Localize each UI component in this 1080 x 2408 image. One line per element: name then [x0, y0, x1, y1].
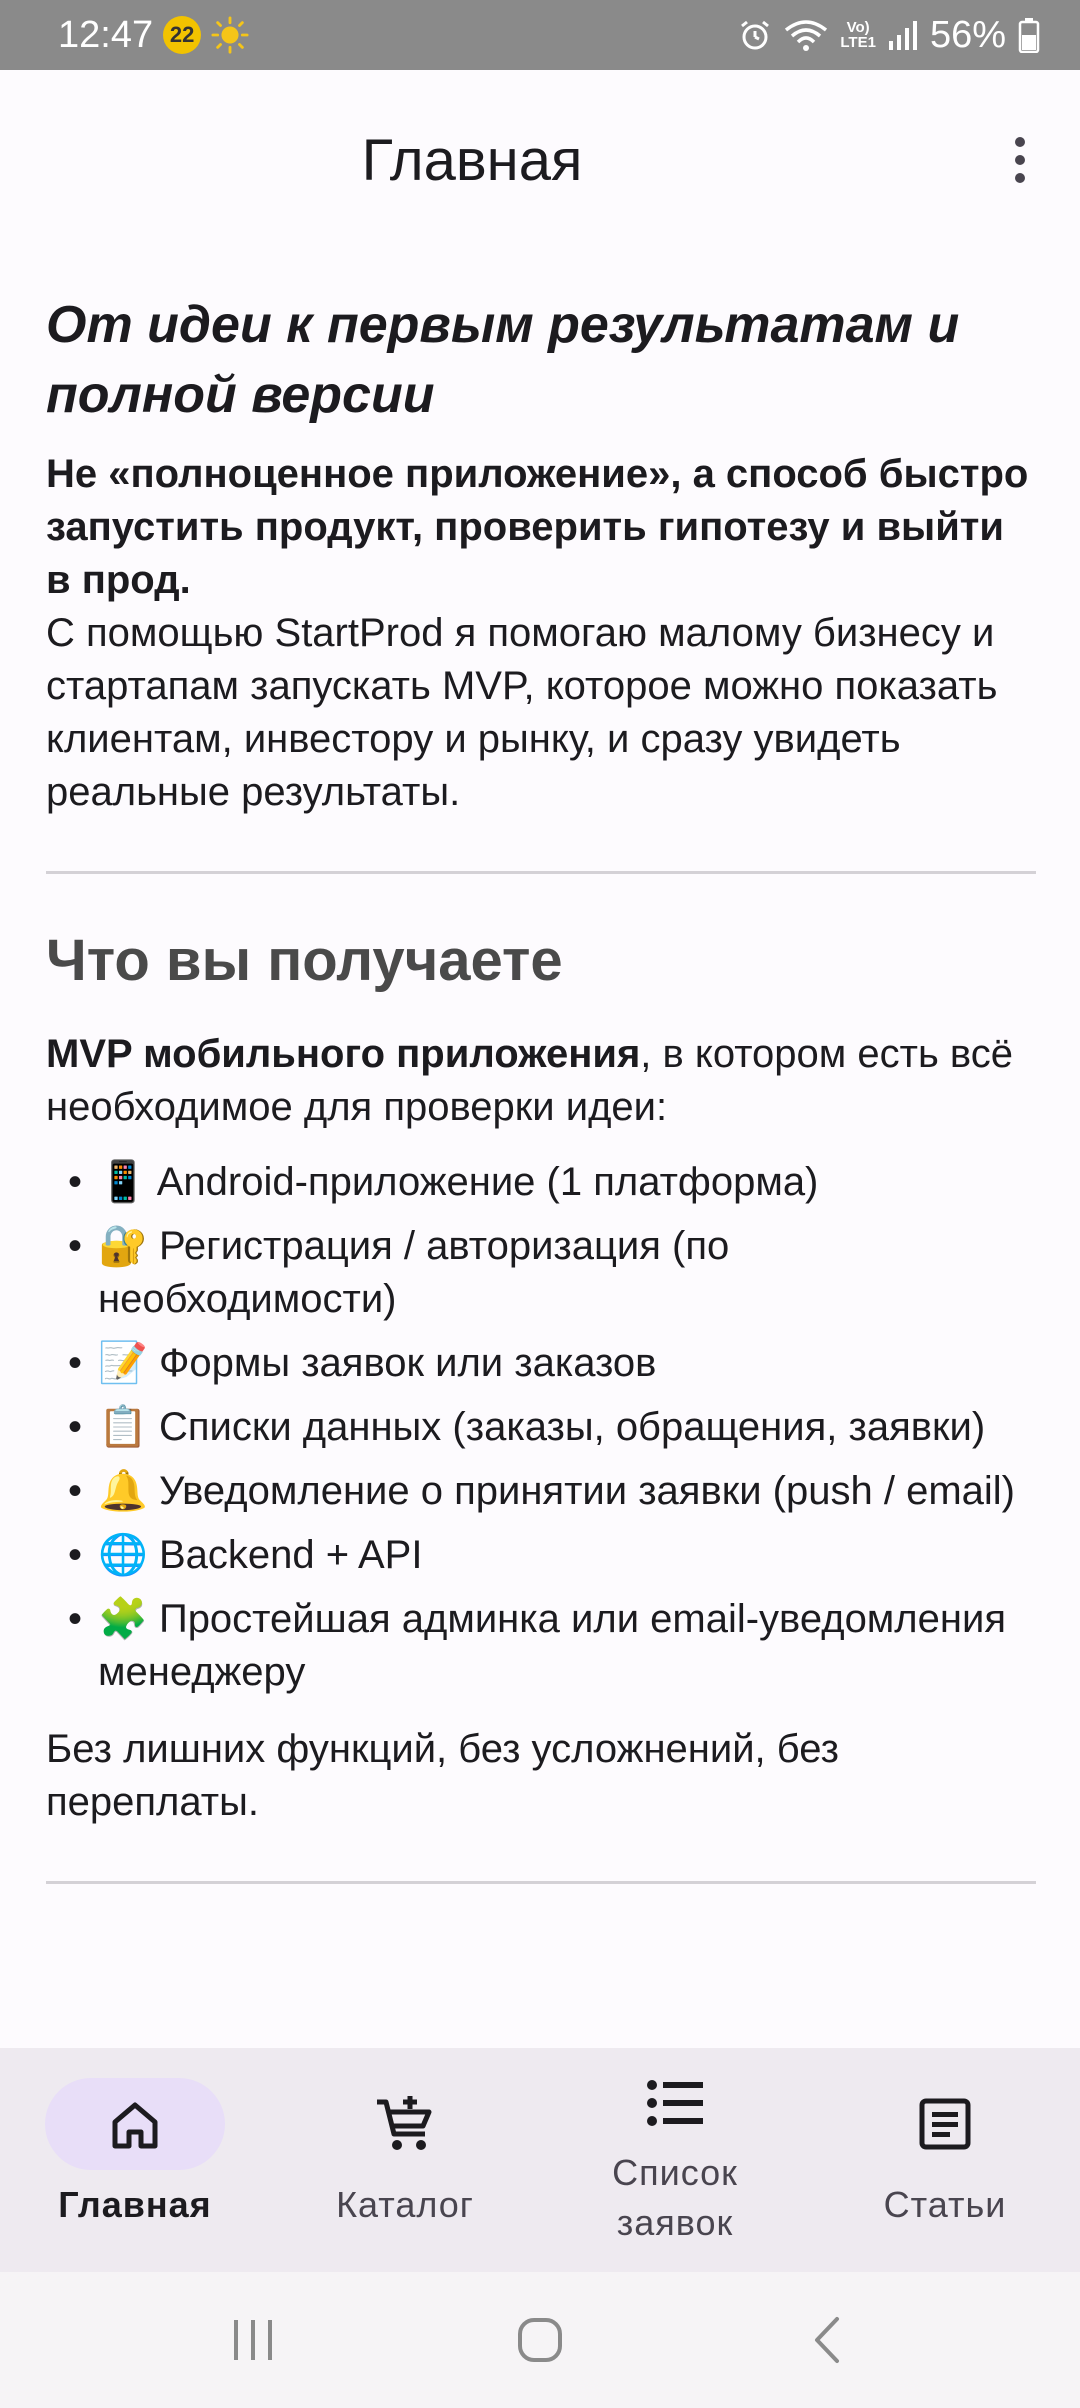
- bottom-navigation: Главная Каталог Список заявок Статьи: [0, 2048, 1080, 2272]
- bullet: •: [68, 1405, 83, 1449]
- section-intro: MVP мобильного приложения, в котором ест…: [46, 1028, 1036, 1134]
- bullet: •: [68, 1469, 83, 1513]
- hero-body: С помощью StartProd я помогаю малому биз…: [46, 611, 998, 814]
- feature-emoji-icon: 📝: [98, 1341, 148, 1385]
- alarm-icon: [741, 20, 770, 50]
- nav-active-indicator: [45, 2078, 225, 2170]
- section-title: Что вы получаете: [46, 928, 563, 993]
- status-right: Vo) LTE1 56%: [738, 14, 1040, 57]
- volte-line2: LTE1: [840, 34, 876, 51]
- top-app-bar: Главная: [0, 70, 1080, 250]
- list-item: • 🧩 Простейшая админка или email-уведомле…: [46, 1593, 1036, 1699]
- status-time: 12:47: [58, 13, 154, 56]
- page-title: Главная: [361, 127, 583, 193]
- notification-badge: 22: [163, 16, 202, 54]
- battery-percent: 56%: [929, 13, 1006, 56]
- list-item: • 🌐 Backend + API: [46, 1529, 1036, 1582]
- article-icon: [919, 2098, 971, 2150]
- section-closing: Без лишних функций, без усложнений, без …: [46, 1727, 839, 1824]
- nav-item-catalog[interactable]: Каталог: [270, 2048, 540, 2272]
- list-item: • 🔐 Регистрация / авторизация (по необход…: [46, 1220, 1036, 1326]
- nav-label: Статьи: [883, 2184, 1007, 2225]
- home-icon: [112, 2102, 158, 2149]
- nav-item-articles[interactable]: Статьи: [810, 2048, 1080, 2272]
- screen: 12:47 22 Vo) LTE1 56% Главная От идеи к …: [0, 0, 1080, 2408]
- feature-text: Уведомление о принятии заявки (push / em…: [158, 1469, 1015, 1513]
- bullet: •: [68, 1533, 83, 1577]
- recent-apps-button[interactable]: [193, 2300, 313, 2380]
- nav-label: Главная: [58, 2184, 212, 2225]
- feature-emoji-icon: 📋: [98, 1405, 148, 1449]
- sun-icon: [211, 16, 249, 54]
- nav-item-home[interactable]: Главная: [0, 2048, 270, 2272]
- feature-text: Регистрация / авторизация (по необходимо…: [98, 1224, 730, 1321]
- volte-line1: Vo): [846, 19, 870, 36]
- status-bar: 12:47 22 Vo) LTE1 56%: [0, 0, 1080, 70]
- main-content: От идеи к первым результатам и полной ве…: [46, 290, 1036, 1884]
- list-item: • 📱 Android-приложение (1 платформа): [46, 1156, 1036, 1209]
- menu-dot: [1015, 155, 1025, 165]
- nav-icon-wrap: [585, 2068, 765, 2138]
- list-item: • 📋 Списки данных (заказы, обращения, зая…: [46, 1401, 1036, 1454]
- home-circle-icon: [517, 2318, 562, 2362]
- feature-list: • 📱 Android-приложение (1 платформа) • 🔐 Р…: [46, 1156, 1036, 1699]
- feature-text: Формы заявок или заказов: [158, 1341, 657, 1385]
- feature-text: Простейшая админка или email-уведомления…: [98, 1597, 1006, 1694]
- feature-text: Backend + API: [158, 1533, 423, 1577]
- signal-icon: [888, 21, 917, 50]
- feature-emoji-icon: 🔐: [98, 1224, 148, 1268]
- battery-icon: [1018, 18, 1040, 53]
- nav-icon-wrap: [315, 2078, 495, 2170]
- status-left: 12:47 22: [58, 14, 249, 57]
- list-item: • 🔔 Уведомление о принятии заявки (push /…: [46, 1465, 1036, 1518]
- wifi-icon: [785, 20, 828, 51]
- recent-apps-icon: [234, 2320, 273, 2360]
- bullet: •: [68, 1224, 83, 1268]
- nav-item-requests[interactable]: Список заявок: [540, 2048, 810, 2272]
- menu-dot: [1015, 173, 1025, 183]
- home-button[interactable]: [480, 2300, 600, 2380]
- system-navigation-bar: [0, 2272, 1080, 2408]
- feature-text: Списки данных (заказы, обращения, заявки…: [158, 1405, 986, 1449]
- bullet: •: [68, 1160, 83, 1204]
- hero-title: От идеи к первым результатам и полной ве…: [46, 296, 960, 424]
- cart-add-icon: [377, 2096, 432, 2150]
- back-button[interactable]: [767, 2300, 887, 2380]
- bullet: •: [68, 1597, 83, 1641]
- intro-bold: MVP мобильного приложения: [46, 1032, 641, 1076]
- feature-emoji-icon: 🔔: [98, 1469, 148, 1513]
- feature-text: Android-приложение (1 платформа): [156, 1160, 819, 1204]
- back-chevron-icon: [814, 2317, 839, 2363]
- menu-dot: [1015, 137, 1025, 147]
- list-item: • 📝 Формы заявок или заказов: [46, 1337, 1036, 1390]
- nav-label: Список заявок: [612, 2152, 738, 2243]
- feature-emoji-icon: 📱: [98, 1160, 148, 1204]
- more-vert-icon[interactable]: [984, 112, 1056, 208]
- feature-emoji-icon: 🧩: [98, 1597, 148, 1641]
- divider: [46, 1881, 1036, 1884]
- list-icon: [647, 2080, 703, 2126]
- hero-lead: Не «полноценное приложение», а способ бы…: [46, 452, 1029, 602]
- nav-icon-wrap: [855, 2078, 1035, 2170]
- divider: [46, 871, 1036, 874]
- bullet: •: [68, 1341, 83, 1385]
- volte-lte-icon: Vo) LTE1: [840, 20, 876, 50]
- nav-label: Каталог: [336, 2184, 474, 2225]
- feature-emoji-icon: 🌐: [98, 1533, 148, 1577]
